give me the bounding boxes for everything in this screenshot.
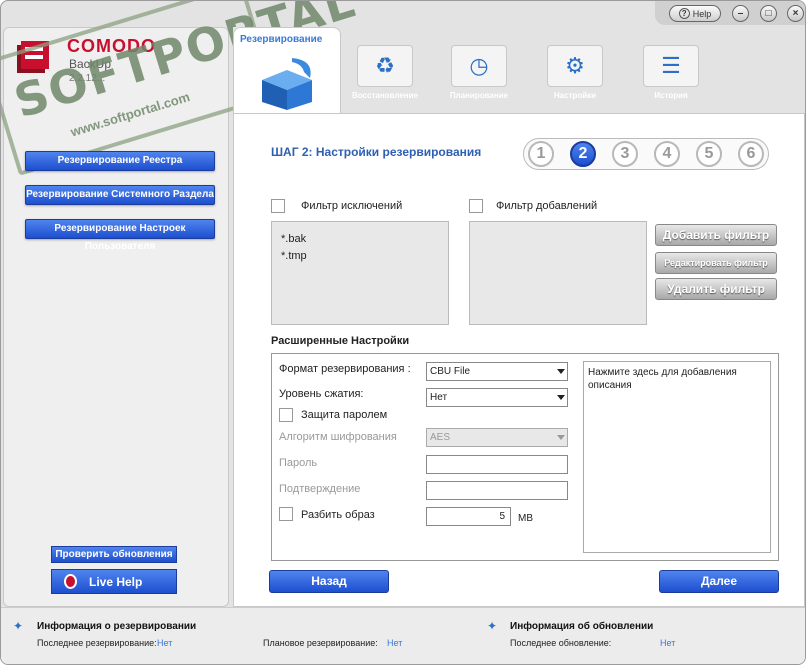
step-indicator (523, 138, 769, 170)
include-filter-list[interactable] (469, 221, 647, 325)
step-2: 2 (570, 141, 596, 167)
step-6: 6 (738, 141, 764, 167)
advanced-settings-title: Расширенные Настройки (271, 335, 410, 347)
help-button[interactable]: ? Help (669, 5, 721, 22)
password-label: Пароль (279, 457, 318, 469)
check-updates-button[interactable]: Проверить обновления (51, 546, 177, 563)
list-item[interactable]: *.bak (272, 231, 448, 248)
password-input[interactable] (426, 455, 568, 474)
edit-filter-button[interactable]: Редактировать фильтр (655, 252, 777, 274)
live-help-button[interactable]: Live Help (51, 569, 177, 594)
next-button[interactable]: Далее (659, 570, 779, 593)
backup-box-icon (262, 58, 312, 110)
last-backup-value: Нет (157, 638, 173, 648)
split-image-label: Разбить образ (301, 509, 375, 521)
compression-select[interactable]: Нет (426, 388, 568, 407)
password-protect-checkbox[interactable] (279, 408, 293, 422)
scheduled-backup-label: Плановое резервирование: (263, 638, 378, 648)
password-protect-label: Защита паролем (301, 409, 388, 421)
backup-info-header: Информация о резервировании (37, 621, 197, 632)
tab-scheduling[interactable]: ◷ Планирование (439, 45, 519, 100)
close-button[interactable]: × (787, 5, 804, 22)
last-update-value: Нет (660, 638, 676, 648)
encryption-select[interactable]: AES (426, 428, 568, 447)
question-icon: ? (678, 8, 690, 19)
confirm-label: Подтверждение (279, 483, 361, 495)
list-item[interactable]: *.tmp (272, 248, 448, 265)
minimize-button[interactable]: – (732, 5, 749, 22)
split-size-input[interactable]: 5 (426, 507, 511, 526)
compression-label: Уровень сжатия: (279, 388, 364, 400)
add-filter-button[interactable]: Добавить фильтр (655, 224, 777, 246)
encryption-label: Алгоритм шифрования (279, 431, 397, 443)
exclude-filter-label: Фильтр исключений (301, 200, 403, 212)
last-backup-label: Последнее резервирование: (37, 638, 157, 648)
tab-restore[interactable]: ♻ Восстановление (345, 45, 425, 100)
maximize-button[interactable]: □ (760, 5, 777, 22)
history-icon: ☰ (643, 45, 699, 87)
restore-icon: ♻ (357, 45, 413, 87)
dropdown-arrow-icon (557, 435, 565, 440)
update-info-icon: ✦ (487, 619, 498, 633)
step-1: 1 (528, 141, 554, 167)
tab-history[interactable]: ☰ История (631, 45, 711, 100)
step-4: 4 (654, 141, 680, 167)
clock-icon: ◷ (451, 45, 507, 87)
split-image-checkbox[interactable] (279, 507, 293, 521)
remove-filter-button[interactable]: Удалить фильтр (655, 278, 777, 300)
step-5: 5 (696, 141, 722, 167)
tab-settings[interactable]: ⚙ Настройки (535, 45, 615, 100)
step-3: 3 (612, 141, 638, 167)
last-update-label: Последнее обновление: (510, 638, 612, 648)
format-select[interactable]: CBU File (426, 362, 568, 381)
status-bar (1, 607, 805, 664)
confirm-password-input[interactable] (426, 481, 568, 500)
user-settings-backup-button[interactable]: Резервирование Настроек Пользователя (25, 219, 215, 252)
page-title: ШАГ 2: Настройки резервирования (271, 145, 482, 159)
dropdown-arrow-icon (557, 369, 565, 374)
app-window: ? Help – □ × COMODO BackUp 2.2.12... SOFT… (0, 0, 806, 665)
backup-info-icon: ✦ (13, 619, 24, 633)
exclude-filter-list[interactable]: *.bak *.tmp (271, 221, 449, 325)
back-button[interactable]: Назад (269, 570, 389, 593)
include-filter-label: Фильтр добавлений (496, 200, 598, 212)
description-field[interactable]: Нажмите здесь для добавления описания (583, 361, 771, 553)
format-label: Формат резервирования : (279, 363, 411, 375)
scheduled-backup-value: Нет (387, 638, 403, 648)
dropdown-arrow-icon (557, 395, 565, 400)
registry-backup-button[interactable]: Резервирование Реестра (25, 151, 215, 171)
gear-icon: ⚙ (547, 45, 603, 87)
include-filter-checkbox[interactable] (469, 199, 483, 213)
update-info-header: Информация об обновлении (510, 621, 654, 632)
live-help-icon (64, 574, 77, 589)
system-partition-backup-button[interactable]: Резервирование Системного Раздела (25, 185, 215, 205)
exclude-filter-checkbox[interactable] (271, 199, 285, 213)
split-unit: MB (518, 513, 533, 524)
tab-backup[interactable]: Резервирование (233, 27, 341, 115)
